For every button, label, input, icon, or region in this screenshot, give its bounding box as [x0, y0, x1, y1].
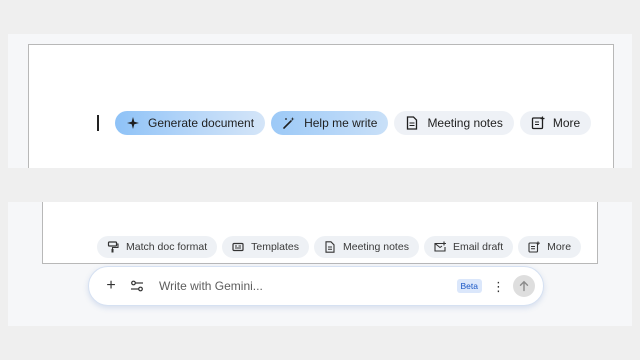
- chip-label: Meeting notes: [427, 116, 503, 130]
- templates-chip[interactable]: Templates: [222, 236, 309, 258]
- template-icon: [232, 241, 244, 253]
- document-page-top[interactable]: [28, 44, 614, 168]
- top-suggestion-chips: Generate document Help me write Meeting …: [97, 110, 592, 136]
- chip-label: Templates: [251, 241, 299, 253]
- document-icon: [324, 241, 336, 253]
- chip-label: Match doc format: [126, 241, 208, 253]
- more-options-icon[interactable]: ⋮: [492, 280, 505, 293]
- text-cursor: [97, 115, 99, 131]
- tune-settings-icon[interactable]: [129, 278, 145, 294]
- chip-label: More: [552, 116, 581, 130]
- magic-pen-icon: [282, 116, 296, 130]
- more-chip[interactable]: More: [519, 111, 592, 135]
- email-draft-chip[interactable]: Email draft: [423, 236, 514, 258]
- gemini-input-bar: + Beta ⋮: [88, 266, 544, 306]
- bottom-suggestion-chips: Match doc format Templates Meeting notes…: [97, 236, 582, 258]
- chip-label: Generate document: [148, 116, 255, 130]
- note-add-icon: [531, 116, 545, 130]
- add-icon[interactable]: +: [103, 278, 119, 294]
- arrow-up-icon: [519, 280, 529, 292]
- help-me-write-chip[interactable]: Help me write: [271, 111, 389, 135]
- chip-label: More: [547, 241, 572, 253]
- meeting-notes-chip[interactable]: Meeting notes: [313, 236, 419, 258]
- email-icon: [434, 241, 446, 253]
- generate-document-chip[interactable]: Generate document: [115, 111, 266, 135]
- chip-label: Meeting notes: [342, 241, 409, 253]
- chip-label: Help me write: [304, 116, 378, 130]
- meeting-notes-chip[interactable]: Meeting notes: [394, 111, 514, 135]
- chip-label: Email draft: [452, 241, 504, 253]
- beta-badge: Beta: [456, 279, 482, 293]
- gemini-prompt-input[interactable]: [159, 279, 457, 293]
- document-icon: [405, 116, 419, 130]
- sparkle-icon: [126, 116, 140, 130]
- note-add-icon: [528, 241, 540, 253]
- match-doc-format-chip[interactable]: Match doc format: [97, 236, 218, 258]
- format-paint-icon: [107, 241, 119, 253]
- send-button[interactable]: [513, 275, 535, 297]
- more-chip[interactable]: More: [518, 236, 582, 258]
